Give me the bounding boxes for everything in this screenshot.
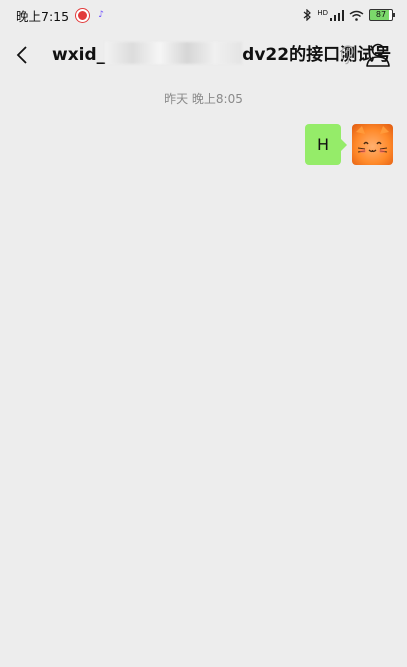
chevron-left-icon	[16, 46, 27, 64]
ear-icon	[340, 45, 354, 65]
tiktok-notification-icon: ♪	[98, 10, 104, 20]
bluetooth-icon	[303, 9, 312, 21]
wifi-icon	[349, 10, 364, 21]
message-bubble[interactable]: H	[304, 124, 348, 165]
status-time: 晚上7:15	[16, 8, 70, 24]
user-icon	[366, 43, 390, 67]
chat-info-button[interactable]	[364, 41, 392, 69]
back-button[interactable]	[0, 30, 44, 80]
signal-hd-label: HD	[317, 9, 328, 17]
message-row-self: H	[304, 124, 393, 165]
battery-indicator: 87	[369, 9, 395, 21]
status-left: 晚上7:15 ♪	[16, 6, 106, 25]
redacted-name-mask	[105, 42, 243, 64]
message-timestamp: 昨天 晚上8:05	[164, 92, 243, 106]
chat-header: wxid_ dv22的接口测试号	[0, 30, 407, 80]
avatar[interactable]	[352, 124, 393, 165]
status-bar: 晚上7:15 ♪ HD 87	[0, 0, 407, 30]
notification-app-icon	[76, 8, 90, 22]
cell-signal-icon	[330, 9, 344, 21]
cat-face-avatar-icon	[356, 126, 389, 153]
status-right: HD 87	[303, 9, 395, 21]
chat-title-prefix: wxid_	[52, 45, 106, 65]
earpiece-mode-button[interactable]	[336, 43, 358, 67]
